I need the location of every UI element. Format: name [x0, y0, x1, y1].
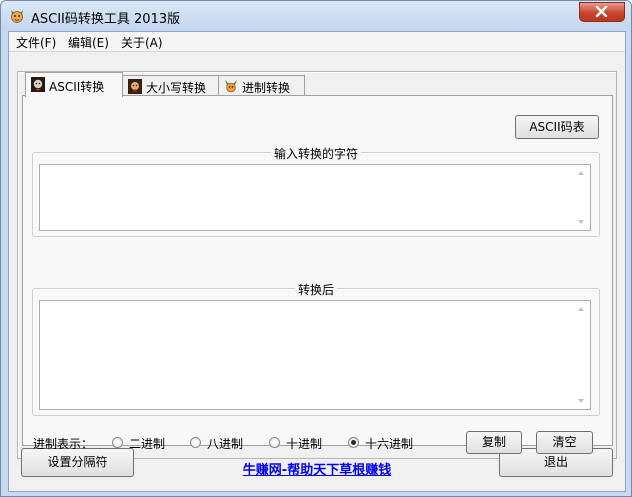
tab-ascii-label: ASCII转换: [49, 80, 105, 94]
radio-octal[interactable]: [190, 437, 201, 448]
tab-base-convert[interactable]: 进制转换: [218, 75, 305, 96]
tab-base-convert-label: 进制转换: [242, 81, 291, 95]
close-button[interactable]: [579, 2, 625, 22]
character-icon: [224, 79, 238, 94]
tab-case-convert-label: 大小写转换: [146, 81, 207, 95]
character-icon: [128, 79, 142, 94]
menu-about[interactable]: 关于(A): [121, 34, 163, 51]
input-group: 输入转换的字符: [32, 147, 600, 237]
app-window: ASCII码转换工具 2013版 文件(F) 编辑(E) 关于(A) ASCII…: [0, 0, 632, 497]
clear-button[interactable]: 清空: [536, 431, 593, 454]
input-textarea[interactable]: [39, 164, 591, 231]
output-group: 转换后: [32, 283, 600, 416]
radio-selected-dot: [351, 440, 356, 445]
scroll-down-icon[interactable]: [578, 399, 584, 403]
client-area: 文件(F) 编辑(E) 关于(A) ASCII转换 大小写转换 进制转换 ASC…: [8, 31, 626, 492]
set-separator-button[interactable]: 设置分隔符: [21, 448, 134, 477]
radio-decimal-label[interactable]: 十进制: [286, 435, 322, 452]
copy-button[interactable]: 复制: [466, 431, 522, 454]
radio-hex[interactable]: [348, 437, 359, 448]
character-icon: [31, 77, 45, 92]
window-title: ASCII码转换工具 2013版: [31, 12, 181, 27]
menu-file[interactable]: 文件(F): [16, 34, 56, 51]
tab-ascii[interactable]: ASCII转换: [25, 72, 123, 97]
radio-binary[interactable]: [112, 437, 123, 448]
output-scrollbar[interactable]: [573, 301, 590, 409]
radio-hex-label[interactable]: 十六进制: [365, 435, 413, 452]
radio-binary-label[interactable]: 二进制: [129, 435, 165, 452]
ascii-tab-panel: ASCII码表 输入转换的字符 转换后 进制表示： 二进制 八进制 十进制 十六…: [22, 95, 613, 454]
tab-case-convert[interactable]: 大小写转换: [122, 75, 219, 96]
output-textarea[interactable]: [39, 300, 591, 410]
scroll-down-icon[interactable]: [578, 220, 584, 224]
output-group-label: 转换后: [294, 283, 337, 297]
scroll-up-icon[interactable]: [578, 307, 584, 311]
menu-bar: 文件(F) 编辑(E) 关于(A): [9, 32, 625, 52]
ascii-table-button[interactable]: ASCII码表: [515, 115, 599, 139]
input-scrollbar[interactable]: [573, 165, 590, 230]
input-group-label: 输入转换的字符: [270, 147, 361, 161]
close-icon: [595, 6, 608, 17]
radio-octal-label[interactable]: 八进制: [207, 435, 243, 452]
menu-edit[interactable]: 编辑(E): [68, 34, 109, 51]
title-bar[interactable]: ASCII码转换工具 2013版: [1, 1, 631, 31]
radio-decimal[interactable]: [269, 437, 280, 448]
base-label: 进制表示：: [33, 437, 94, 451]
app-icon: [11, 10, 23, 23]
website-link[interactable]: 牛赚网-帮助天下草根赚钱: [243, 463, 391, 478]
scroll-up-icon[interactable]: [578, 171, 584, 175]
